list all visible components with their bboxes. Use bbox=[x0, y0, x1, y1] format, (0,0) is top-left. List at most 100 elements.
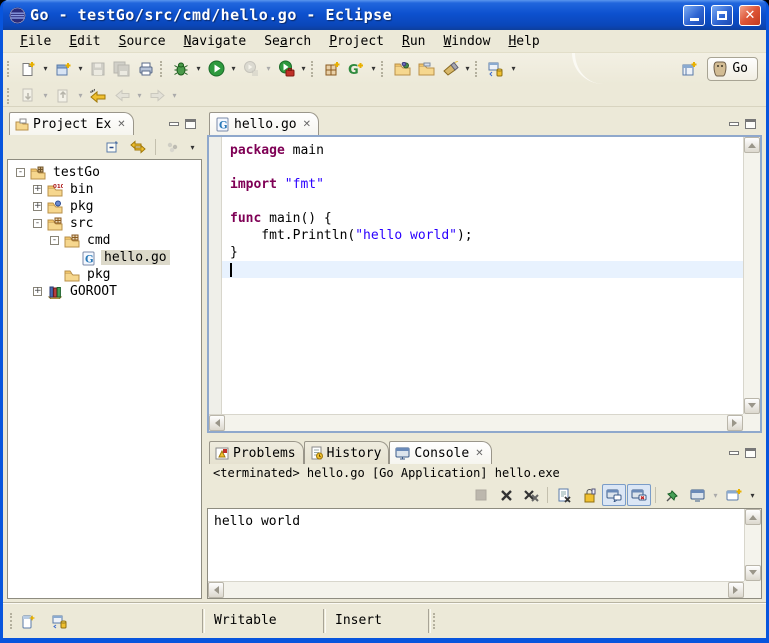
menu-window[interactable]: Window bbox=[434, 32, 499, 51]
tab-hello-go[interactable]: G hello.go ✕ bbox=[209, 112, 319, 135]
maximize-view-button[interactable] bbox=[745, 119, 756, 129]
minimize-view-button[interactable] bbox=[169, 122, 179, 126]
forward-button[interactable] bbox=[145, 85, 169, 107]
menu-navigate[interactable]: Navigate bbox=[175, 32, 256, 51]
new-go-file-button[interactable]: G bbox=[344, 58, 368, 80]
run-button[interactable] bbox=[204, 58, 228, 80]
console-vertical-scrollbar[interactable] bbox=[744, 509, 761, 581]
toolbar-grip[interactable] bbox=[7, 88, 12, 104]
clear-console-button[interactable] bbox=[552, 484, 576, 506]
tree-item-src[interactable]: - src bbox=[8, 215, 201, 232]
scroll-right-button[interactable] bbox=[728, 582, 744, 598]
previous-annotation-button[interactable] bbox=[51, 85, 75, 107]
mark-occurrences-button[interactable] bbox=[484, 58, 508, 80]
toolbar-grip[interactable] bbox=[311, 61, 316, 77]
external-tools-button[interactable] bbox=[274, 58, 298, 80]
project-tree[interactable]: - testGo + 010 bin + pkg - src bbox=[7, 159, 202, 599]
new-untitled-file-button[interactable] bbox=[51, 58, 75, 80]
tree-item-cmd[interactable]: - cmd bbox=[8, 232, 201, 249]
title-bar[interactable]: Go - testGo/src/cmd/hello.go - Eclipse ✕ bbox=[3, 0, 766, 30]
console-horizontal-scrollbar[interactable] bbox=[208, 581, 744, 598]
annotation-ruler[interactable] bbox=[209, 137, 222, 414]
tab-console[interactable]: Console ✕ bbox=[389, 441, 491, 464]
minimize-view-button[interactable] bbox=[729, 451, 739, 455]
console-tab-close-icon[interactable]: ✕ bbox=[475, 448, 483, 459]
maximize-view-button[interactable] bbox=[185, 119, 196, 129]
display-selected-console-button[interactable] bbox=[685, 484, 709, 506]
tree-item-hello-go[interactable]: G hello.go bbox=[8, 249, 201, 266]
new-wizard-dropdown[interactable]: ▾ bbox=[40, 64, 51, 73]
collapse-all-button[interactable] bbox=[100, 136, 124, 158]
new-untitled-dropdown[interactable]: ▾ bbox=[75, 64, 86, 73]
external-tools-dropdown[interactable]: ▾ bbox=[298, 64, 309, 73]
back-button[interactable] bbox=[110, 85, 134, 107]
back-dropdown[interactable]: ▾ bbox=[134, 91, 145, 100]
display-console-dropdown[interactable]: ▾ bbox=[710, 491, 721, 500]
minimize-button[interactable] bbox=[683, 5, 705, 26]
maximize-view-button[interactable] bbox=[745, 448, 756, 458]
open-console-dropdown[interactable]: ▾ bbox=[747, 491, 758, 500]
menu-file[interactable]: File bbox=[11, 32, 60, 51]
previous-annotation-dropdown[interactable]: ▾ bbox=[75, 91, 86, 100]
menu-source[interactable]: Source bbox=[110, 32, 175, 51]
print-button[interactable] bbox=[134, 58, 158, 80]
open-console-button[interactable] bbox=[722, 484, 746, 506]
next-annotation-button[interactable] bbox=[16, 85, 40, 107]
scroll-down-button[interactable] bbox=[745, 565, 761, 581]
tree-item-testGo[interactable]: - testGo bbox=[8, 164, 201, 181]
remove-launch-button[interactable] bbox=[494, 484, 518, 506]
close-button[interactable]: ✕ bbox=[739, 5, 761, 26]
minimize-view-button[interactable] bbox=[729, 122, 739, 126]
menu-project[interactable]: Project bbox=[320, 32, 393, 51]
view-menu-dropdown[interactable]: ▾ bbox=[187, 143, 198, 152]
heap-status-button[interactable] bbox=[48, 610, 72, 632]
expander-icon[interactable]: + bbox=[33, 202, 42, 211]
run-dropdown[interactable]: ▾ bbox=[228, 64, 239, 73]
new-go-file-dropdown[interactable]: ▾ bbox=[368, 64, 379, 73]
editor-tab-close-icon[interactable]: ✕ bbox=[303, 119, 311, 130]
run-last-dropdown[interactable]: ▾ bbox=[263, 64, 274, 73]
search-dropdown[interactable]: ▾ bbox=[462, 64, 473, 73]
search-button[interactable] bbox=[438, 58, 462, 80]
go-perspective-button[interactable]: Go bbox=[707, 57, 758, 81]
tab-problems[interactable]: Problems bbox=[209, 441, 304, 464]
toolbar-grip[interactable] bbox=[7, 61, 12, 77]
editor-vertical-scrollbar[interactable] bbox=[743, 137, 760, 414]
forward-dropdown[interactable]: ▾ bbox=[169, 91, 180, 100]
run-last-launched-button[interactable] bbox=[239, 58, 263, 80]
toolbar-grip[interactable] bbox=[160, 61, 165, 77]
last-edit-location-button[interactable] bbox=[86, 85, 110, 107]
menu-help[interactable]: Help bbox=[499, 32, 548, 51]
scroll-right-button[interactable] bbox=[727, 415, 743, 431]
scroll-lock-button[interactable] bbox=[577, 484, 601, 506]
terminate-button[interactable] bbox=[469, 484, 493, 506]
open-resource-button[interactable] bbox=[414, 58, 438, 80]
maximize-button[interactable] bbox=[711, 5, 733, 26]
text-area[interactable]: package main import "fmt" func main() { … bbox=[222, 137, 743, 414]
statusbar-grip[interactable] bbox=[433, 613, 439, 629]
scroll-left-button[interactable] bbox=[209, 415, 225, 431]
open-type-button[interactable] bbox=[390, 58, 414, 80]
save-button[interactable] bbox=[86, 58, 110, 80]
scroll-up-button[interactable] bbox=[745, 509, 761, 525]
view-filter-button[interactable] bbox=[161, 136, 185, 158]
menu-edit[interactable]: Edit bbox=[60, 32, 109, 51]
scroll-up-button[interactable] bbox=[744, 137, 760, 153]
scroll-left-button[interactable] bbox=[208, 582, 224, 598]
toolbar-grip[interactable] bbox=[475, 61, 480, 77]
link-with-editor-button[interactable] bbox=[126, 136, 150, 158]
show-console-on-stderr-toggle[interactable] bbox=[627, 484, 651, 506]
open-perspective-button[interactable] bbox=[677, 58, 701, 80]
expander-icon[interactable]: - bbox=[33, 219, 42, 228]
new-wizard-button[interactable] bbox=[16, 58, 40, 80]
fast-view-button[interactable] bbox=[16, 610, 40, 632]
show-console-on-stdout-toggle[interactable] bbox=[602, 484, 626, 506]
toolbar-grip[interactable] bbox=[381, 61, 386, 77]
tree-item-pkg[interactable]: + pkg bbox=[8, 198, 201, 215]
scroll-down-button[interactable] bbox=[744, 398, 760, 414]
console-output-text[interactable]: hello world bbox=[208, 509, 744, 581]
menu-search[interactable]: Search bbox=[255, 32, 320, 51]
pin-console-button[interactable] bbox=[660, 484, 684, 506]
expander-icon[interactable]: - bbox=[16, 168, 25, 177]
tab-project-explorer[interactable]: Project Ex ✕ bbox=[9, 112, 134, 135]
